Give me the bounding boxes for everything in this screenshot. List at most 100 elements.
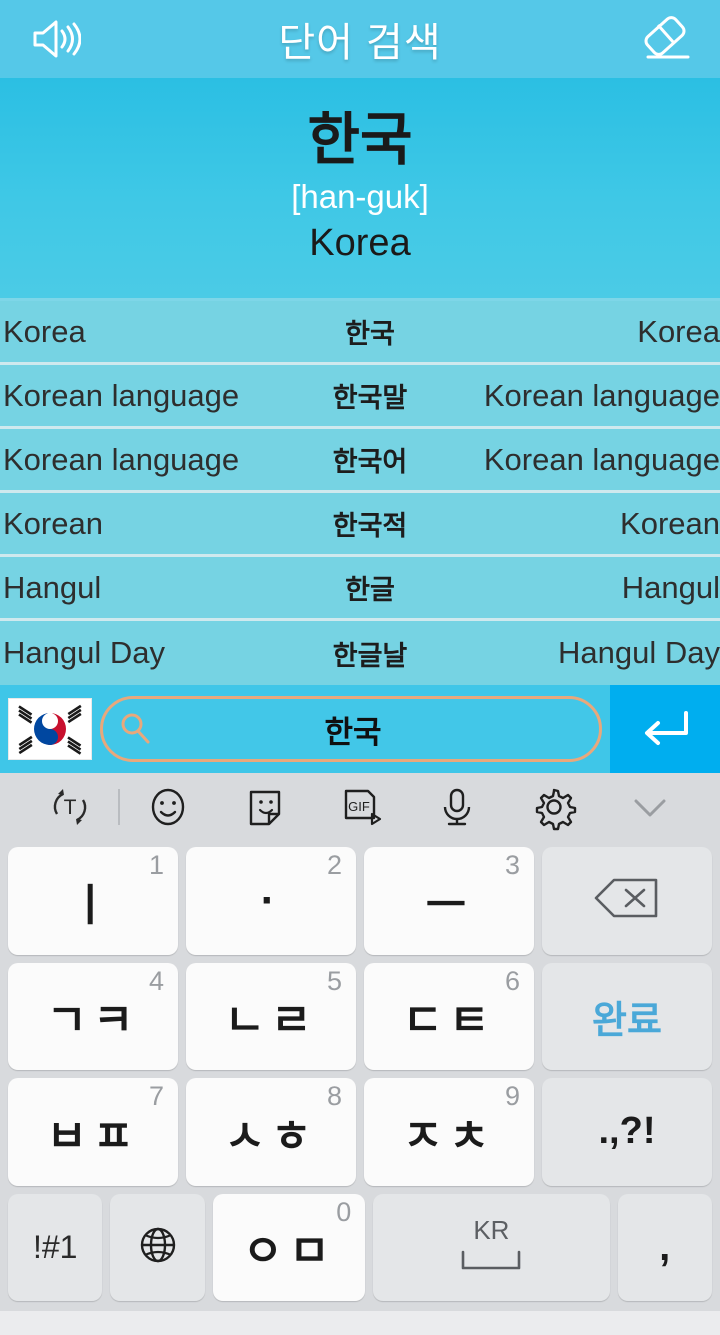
korean-keyboard: T GIF 1 ㅣ 2 · 3 ㅡ 4 ㄱㅋ 5 ㄴㄹ 6 ㄷㅌ 완료 7 ㅂㅍ… (0, 773, 720, 1311)
keyboard-row: 1 ㅣ 2 · 3 ㅡ (8, 847, 712, 955)
globe-icon (134, 1221, 182, 1274)
korean-flag-icon[interactable] (8, 698, 92, 760)
keyboard-toolbar: T GIF (0, 773, 720, 841)
key-label: ㅅㅎ (224, 1111, 318, 1161)
key-number: 5 (326, 965, 342, 996)
result-korean-term: 한국 (345, 319, 395, 349)
table-row[interactable]: Korean language 한국말 Korean language (0, 365, 720, 429)
comma-key-label: , (659, 1225, 671, 1270)
key-label: ㄴㄹ (224, 996, 318, 1046)
keyboard-row: 7 ㅂㅍ 8 ㅅㅎ 9 ㅈㅊ .,?! (8, 1078, 712, 1186)
key-label: · (260, 875, 282, 925)
result-right-meaning: Hangul Day (558, 635, 720, 670)
key-number: 8 (326, 1081, 342, 1111)
headword: 한국 (307, 108, 413, 173)
result-left-meaning: Korean language (3, 441, 240, 477)
result-right-meaning: Korean language (483, 377, 720, 413)
done-key[interactable]: 완료 (542, 962, 712, 1070)
result-left-meaning: Korea (3, 313, 86, 349)
key-label: ㅡ (425, 880, 473, 930)
chevron-down-icon[interactable] (602, 791, 698, 823)
keyboard-row: 4 ㄱㅋ 5 ㄴㄹ 6 ㄷㅌ 완료 (8, 962, 712, 1070)
search-input[interactable]: 한국 (100, 696, 602, 762)
backspace-icon (590, 874, 664, 927)
done-key-label: 완료 (592, 999, 662, 1042)
key-siot-hieut[interactable]: 8 ㅅㅎ (186, 1078, 356, 1186)
symbols-key[interactable]: !#1 (8, 1193, 103, 1301)
key-number: 7 (148, 1081, 164, 1111)
key-number: 2 (326, 850, 342, 880)
app-header: 단어 검색 (0, 0, 720, 78)
search-icon (103, 709, 167, 749)
eraser-icon[interactable] (628, 8, 702, 70)
result-korean-term: 한국어 (332, 447, 408, 477)
key-number: 9 (504, 1081, 520, 1111)
key-i-vowel[interactable]: 1 ㅣ (8, 847, 178, 955)
page-title: 단어 검색 (278, 21, 442, 65)
speaker-icon[interactable] (18, 8, 92, 70)
svg-text:GIF: GIF (348, 799, 370, 814)
result-korean-term: 한국말 (332, 383, 408, 413)
result-korean-term: 한글 (345, 575, 395, 605)
key-ieung-mieum[interactable]: 0 ㅇㅁ (212, 1193, 366, 1301)
headword-panel: 한국 [han-guk] Korea (0, 78, 720, 301)
search-input-value: 한국 (324, 714, 382, 750)
key-number: 6 (504, 965, 520, 996)
gear-icon[interactable] (505, 783, 601, 831)
gif-icon[interactable]: GIF (313, 784, 409, 830)
key-giyeok-kieuk[interactable]: 4 ㄱㅋ (8, 962, 178, 1070)
key-eu-vowel[interactable]: 3 ㅡ (364, 847, 534, 955)
result-korean-term: 한글날 (332, 640, 408, 671)
key-label: ㅇㅁ (242, 1227, 336, 1277)
romanization: [han-guk] (291, 177, 429, 215)
symbols-key-label: !#1 (32, 1228, 78, 1265)
result-left-meaning: Korean (3, 505, 103, 541)
table-row[interactable]: Hangul 한글 Hangul (0, 557, 720, 621)
punctuation-key[interactable]: .,?! (542, 1078, 712, 1186)
result-left-meaning: Korean language (3, 377, 240, 413)
key-number: 3 (504, 850, 520, 880)
key-bieup-pieup[interactable]: 7 ㅂㅍ (8, 1078, 178, 1186)
search-bar: 한국 (0, 685, 720, 773)
key-number: 0 (336, 1196, 352, 1227)
key-dot-vowel[interactable]: 2 · (186, 847, 356, 955)
result-left-meaning: Hangul (3, 569, 102, 605)
key-label: ㅣ (69, 880, 117, 930)
key-label: ㄷㅌ (402, 996, 496, 1046)
key-label: ㅈㅊ (402, 1111, 496, 1161)
sticker-icon[interactable] (217, 784, 313, 830)
headword-meaning: Korea (309, 222, 411, 265)
emoji-icon[interactable] (120, 784, 216, 830)
microphone-icon[interactable] (409, 784, 505, 830)
translate-icon[interactable]: T (22, 784, 118, 830)
language-switch-key[interactable] (110, 1193, 205, 1301)
table-row[interactable]: Korean language 한국어 Korean language (0, 429, 720, 493)
key-number: 4 (148, 965, 164, 996)
space-bar-icon (453, 1248, 529, 1279)
result-right-meaning: Korea (637, 313, 720, 349)
table-row[interactable]: Korean 한국적 Korean (0, 493, 720, 557)
result-right-meaning: Korean language (483, 441, 720, 477)
result-right-meaning: Hangul (621, 569, 720, 605)
table-row[interactable]: Hangul Day 한글날 Hangul Day (0, 621, 720, 685)
word-search-screen: 단어 검색 한국 [han-guk] Korea Korea 한국 Korea … (0, 0, 720, 1335)
space-key[interactable]: KR (373, 1193, 610, 1301)
table-row[interactable]: Korea 한국 Korea (0, 301, 720, 365)
search-results-list: Korea 한국 Korea Korean language 한국말 Korea… (0, 301, 720, 685)
punctuation-key-label: .,?! (598, 1110, 656, 1153)
key-label: ㄱㅋ (46, 996, 140, 1046)
keyboard-keys: 1 ㅣ 2 · 3 ㅡ 4 ㄱㅋ 5 ㄴㄹ 6 ㄷㅌ 완료 7 ㅂㅍ 8 ㅅㅎ … (0, 841, 720, 1311)
result-left-meaning: Hangul Day (3, 635, 165, 670)
key-number: 1 (148, 850, 164, 880)
result-korean-term: 한국적 (332, 511, 408, 541)
backspace-key[interactable] (542, 847, 712, 955)
enter-button[interactable] (610, 685, 720, 773)
svg-text:T: T (64, 796, 77, 819)
key-nieun-rieul[interactable]: 5 ㄴㄹ (186, 962, 356, 1070)
key-label: ㅂㅍ (46, 1111, 140, 1161)
comma-key[interactable]: , (617, 1193, 712, 1301)
key-jieut-chieut[interactable]: 9 ㅈㅊ (364, 1078, 534, 1186)
keyboard-row: !#1 0 ㅇㅁ KR , (8, 1193, 712, 1301)
result-right-meaning: Korean (620, 505, 720, 541)
key-digeut-tieut[interactable]: 6 ㄷㅌ (364, 962, 534, 1070)
